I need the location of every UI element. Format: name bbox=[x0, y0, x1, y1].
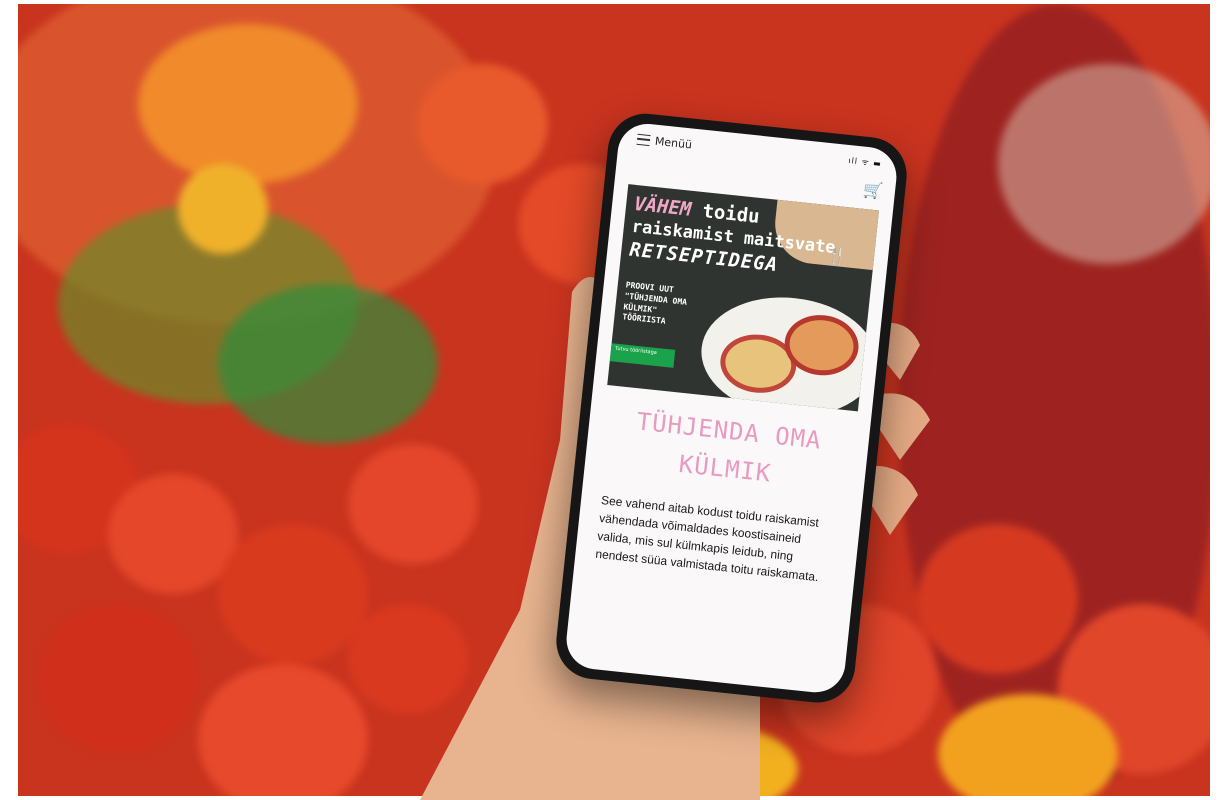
signal-icons: ıll ᯤ ▬ bbox=[847, 156, 883, 169]
promo-banner[interactable]: VÄHEM toidu raiskamist maitsvate RETSEPT… bbox=[607, 184, 879, 412]
page-title: TÜHJENDA OMA KÜLMIK bbox=[594, 399, 861, 502]
banner-emphasis: VÄHEM bbox=[633, 192, 693, 221]
banner-subtext: PROOVI UUT "TÜHJENDA OMA KÜLMIK" TÖÖRIIS… bbox=[621, 280, 688, 327]
cutlery-icon: 🍴 bbox=[826, 245, 848, 267]
phone-screen: Menüü ıll ᯤ ▬ 🛒 VÄHEM toidu raiskamist m… bbox=[563, 120, 900, 696]
phone-frame: Menüü ıll ᯤ ▬ 🛒 VÄHEM toidu raiskamist m… bbox=[552, 110, 911, 707]
hamburger-icon bbox=[636, 133, 651, 147]
cart-icon[interactable]: 🛒 bbox=[862, 180, 884, 201]
banner-cta-button[interactable]: Tutvu tööriistaga bbox=[609, 343, 676, 368]
menu-button[interactable]: Menüü bbox=[636, 133, 693, 152]
menu-label: Menüü bbox=[654, 134, 693, 152]
tool-description: See vahend aitab kodust toidu raiskamist… bbox=[594, 493, 820, 585]
